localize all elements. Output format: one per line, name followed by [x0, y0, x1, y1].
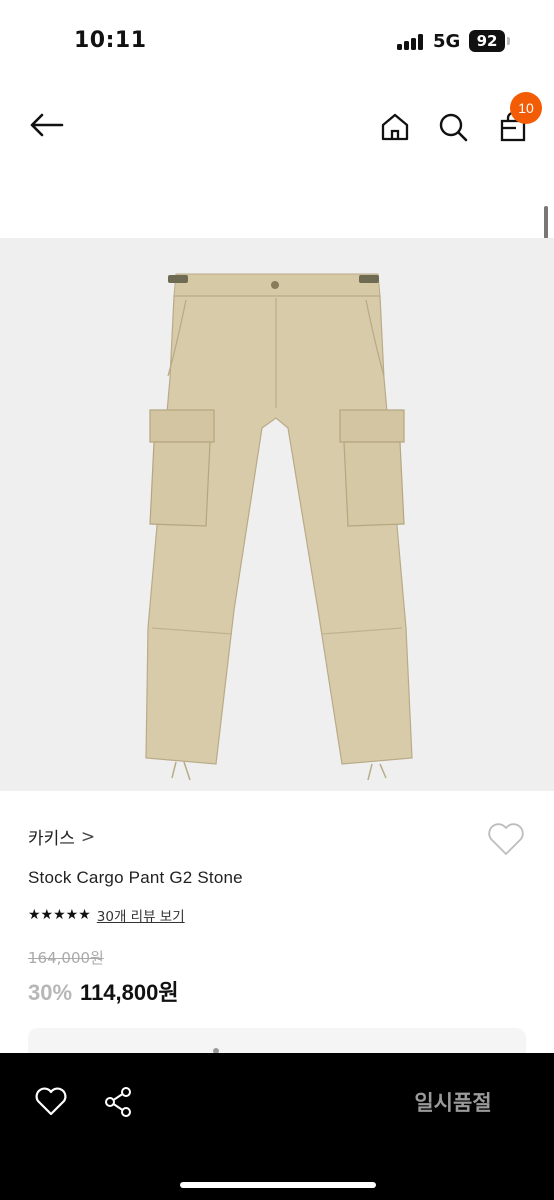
app-header — [0, 84, 554, 174]
signal-icon — [397, 34, 427, 50]
product-name: Stock Cargo Pant G2 Stone — [28, 868, 243, 887]
battery-icon: 92 — [469, 30, 505, 52]
status-time: 10:11 — [74, 28, 147, 53]
review-link[interactable]: 30개 리뷰 보기 — [97, 905, 185, 925]
battery-tip — [507, 37, 510, 45]
bottom-wishlist-button[interactable] — [34, 1085, 68, 1119]
heart-icon — [35, 1087, 67, 1116]
rating-stars: ★★★★★ — [28, 907, 91, 923]
cargo-pants-image — [145, 273, 413, 781]
original-price: 164,000원 — [28, 949, 104, 967]
bottom-action-bar: 일시품절 — [0, 1053, 554, 1200]
back-button[interactable] — [26, 105, 66, 145]
rating-row: ★★★★★ 30개 리뷰 보기 — [28, 905, 185, 925]
back-arrow-icon — [30, 113, 64, 137]
chevron-right-icon: > — [80, 826, 96, 847]
cart-count-badge: 10 — [510, 92, 542, 124]
status-bar: 10:11 5G 92 — [0, 0, 554, 84]
brand-name: 카키스 — [28, 829, 75, 849]
wishlist-button[interactable] — [486, 820, 526, 858]
home-icon — [381, 113, 409, 141]
search-button[interactable] — [433, 107, 473, 147]
discount-rate: 30% — [28, 980, 73, 1005]
network-label: 5G — [433, 31, 461, 52]
heart-outline-icon — [488, 823, 524, 855]
share-icon — [105, 1087, 131, 1117]
brand-link[interactable]: 카키스 > — [28, 824, 96, 850]
home-button[interactable] — [375, 107, 415, 147]
sold-out-button[interactable]: 일시품절 — [360, 1073, 546, 1133]
home-indicator — [180, 1182, 376, 1188]
price-row: 30% 114,800원 — [28, 975, 179, 1007]
search-icon — [439, 113, 468, 142]
product-image[interactable] — [0, 238, 554, 791]
share-button[interactable] — [102, 1085, 136, 1119]
sale-price: 114,800원 — [80, 980, 179, 1005]
